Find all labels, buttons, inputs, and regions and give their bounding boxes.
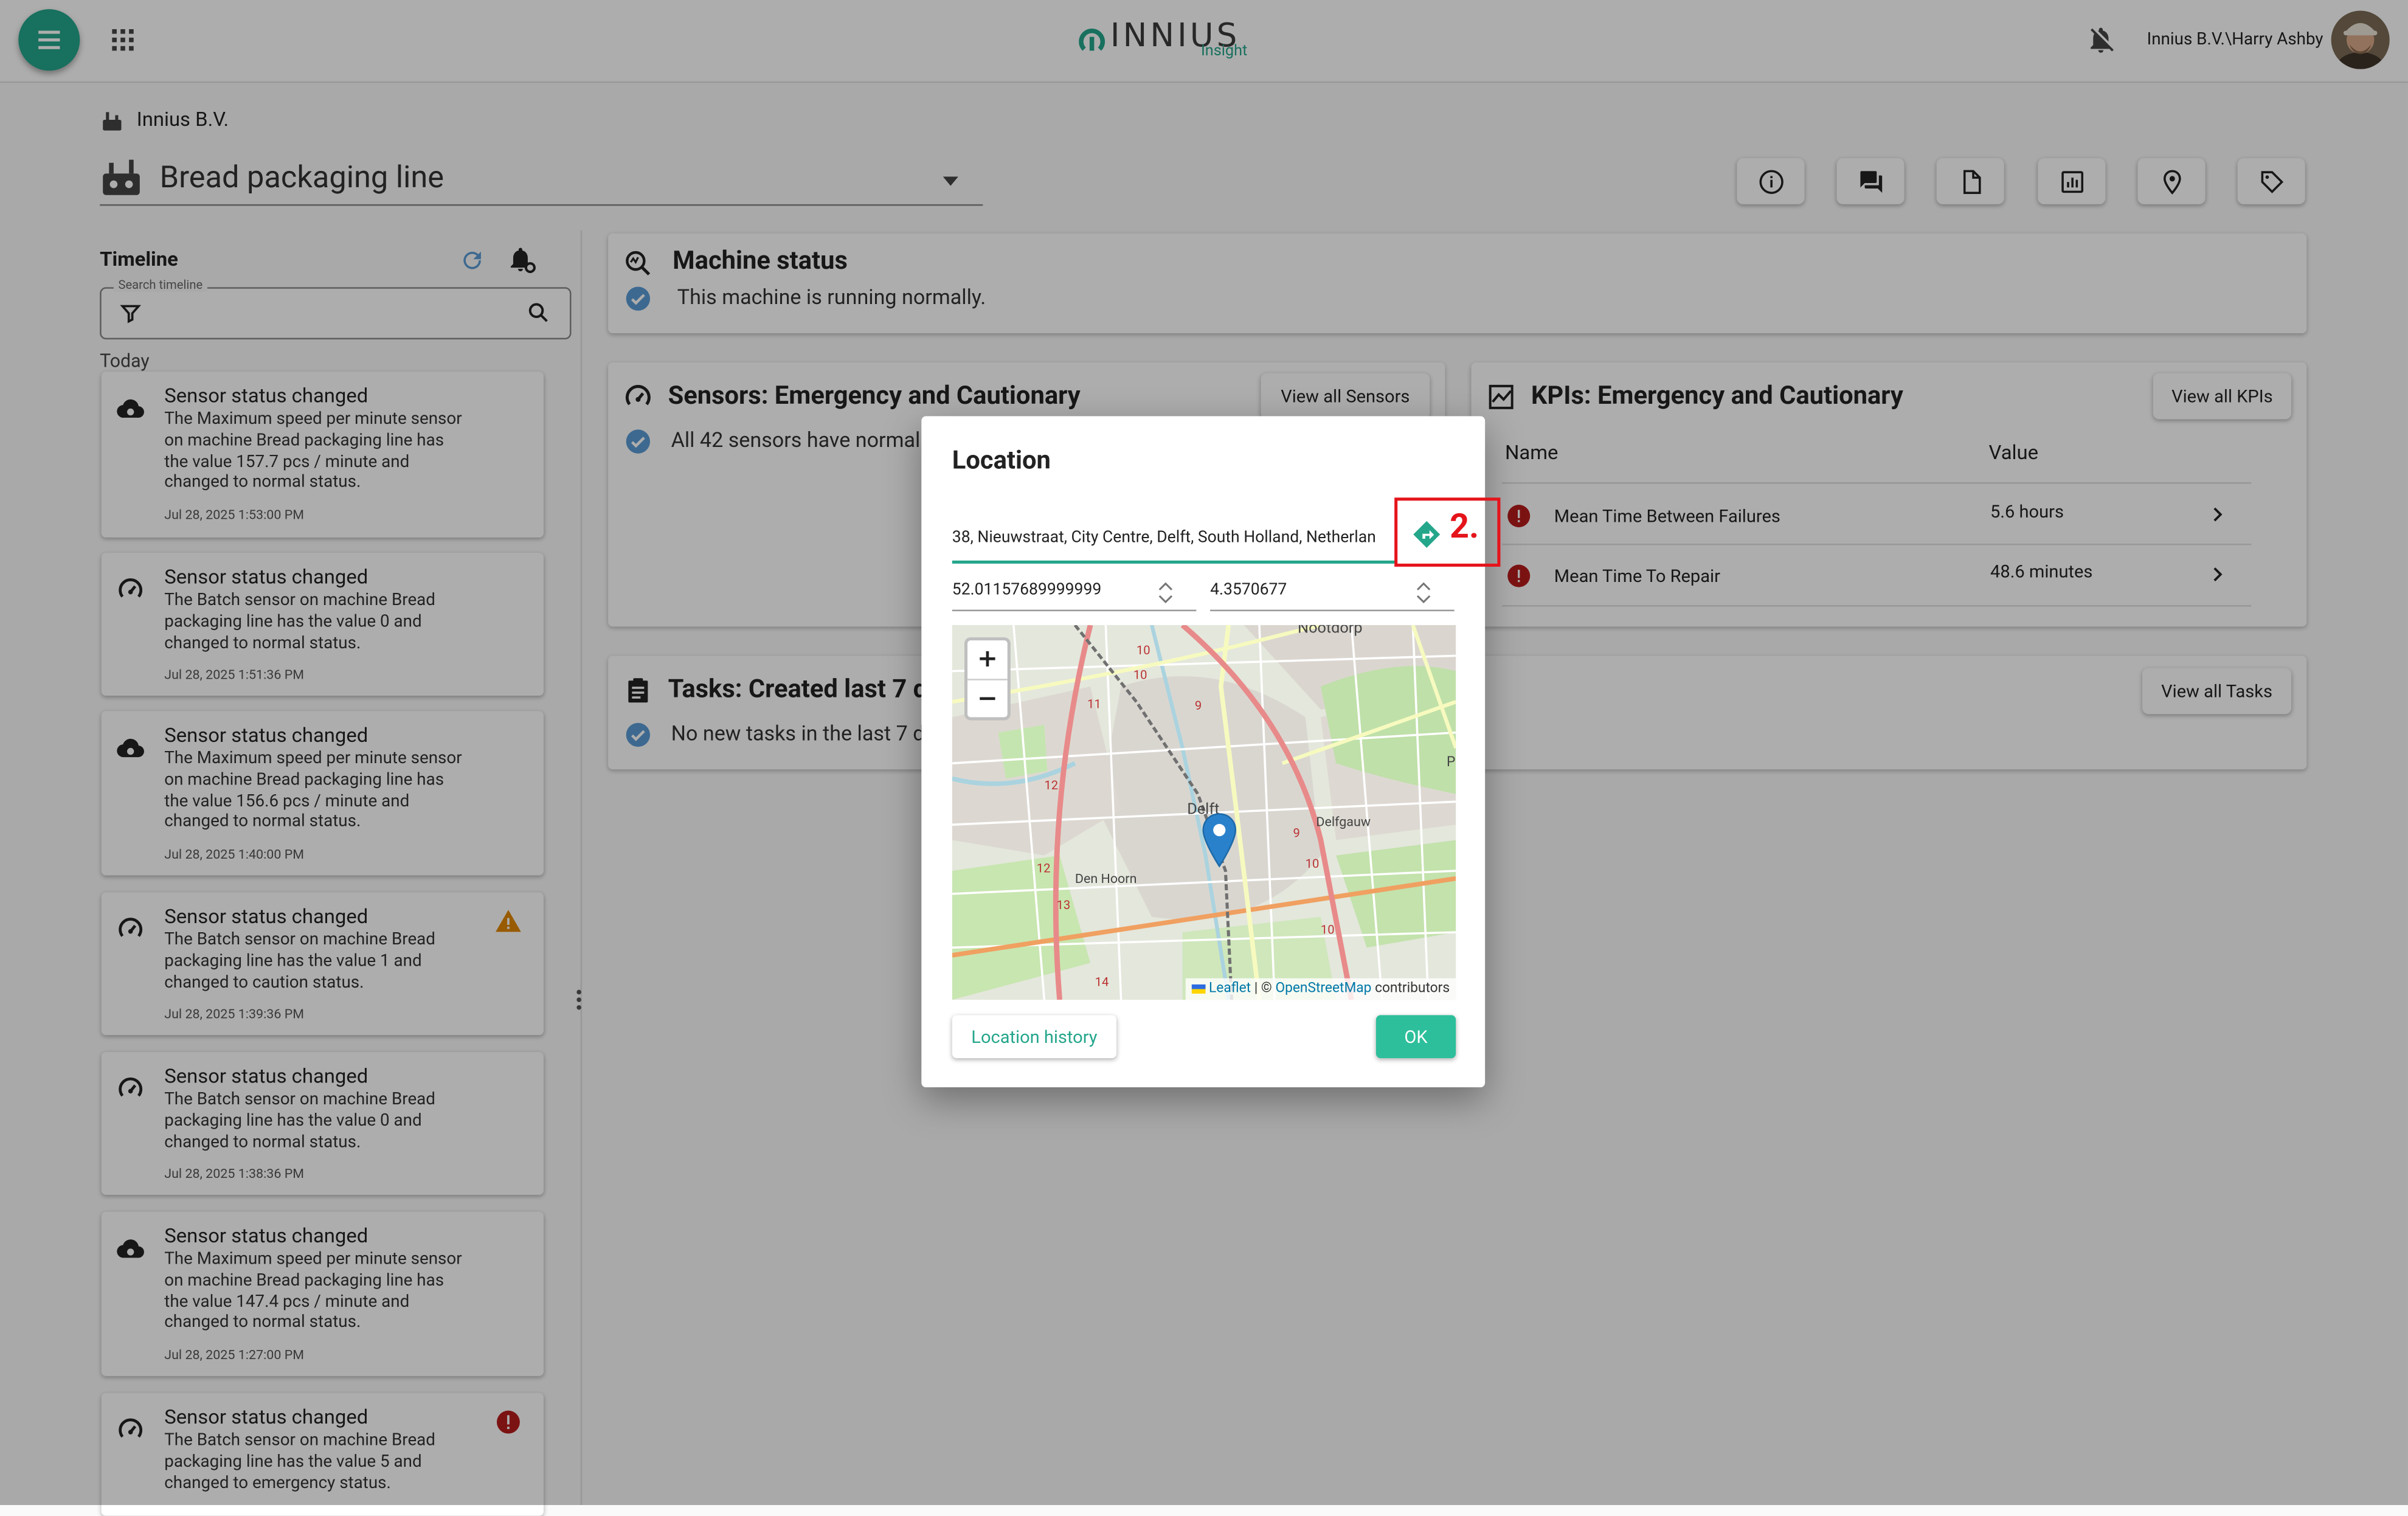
attribution-contributors: contributors (1375, 981, 1450, 997)
address-input-underline (952, 560, 1396, 564)
road-number: 13 (1056, 898, 1071, 913)
road-number: 12 (1044, 778, 1059, 793)
map-label-nootdorp: Nootdorp (1298, 625, 1363, 638)
attribution-separator: | © (1254, 981, 1272, 997)
location-history-button[interactable]: Location history (952, 1015, 1117, 1059)
latitude-stepper-icon[interactable] (1158, 582, 1173, 604)
annotation-highlight-box (1394, 497, 1501, 567)
location-map[interactable]: Nootdorp Delft Delfgauw Den Hoorn P 10 1… (952, 625, 1456, 1000)
ukraine-flag-icon (1191, 983, 1206, 994)
zoom-in-button[interactable]: + (967, 640, 1008, 680)
road-number: 9 (1293, 826, 1300, 840)
address-input[interactable]: 38, Nieuwstraat, City Centre, Delft, Sou… (952, 527, 1376, 561)
annotation-step-label: 2. (1450, 508, 1479, 547)
longitude-stepper-icon[interactable] (1416, 582, 1431, 604)
road-number: 11 (1087, 697, 1101, 711)
map-attribution: Leaflet | © OpenStreetMap contributors (1185, 978, 1456, 1000)
map-marker-icon[interactable] (1201, 812, 1238, 868)
road-number: 10 (1320, 922, 1335, 937)
road-number: 14 (1095, 975, 1109, 989)
road-number: 9 (1194, 699, 1202, 713)
map-label-delfgauw: Delfgauw (1316, 815, 1371, 831)
road-number: 10 (1136, 643, 1150, 657)
road-number: 12 (1036, 861, 1051, 876)
zoom-out-button[interactable]: − (967, 680, 1008, 719)
ok-button[interactable]: OK (1375, 1015, 1456, 1059)
road-number: 10 (1133, 668, 1147, 682)
latitude-underline (952, 609, 1197, 612)
road-number: 10 (1305, 857, 1320, 871)
longitude-underline (1210, 609, 1455, 612)
map-label-den-hoorn: Den Hoorn (1074, 872, 1137, 888)
map-zoom-control: + − (964, 637, 1011, 721)
leaflet-link[interactable]: Leaflet (1209, 981, 1251, 997)
dialog-title: Location (952, 446, 1051, 476)
openstreetmap-link[interactable]: OpenStreetMap (1275, 981, 1371, 997)
map-label-edge: P (1447, 755, 1456, 771)
